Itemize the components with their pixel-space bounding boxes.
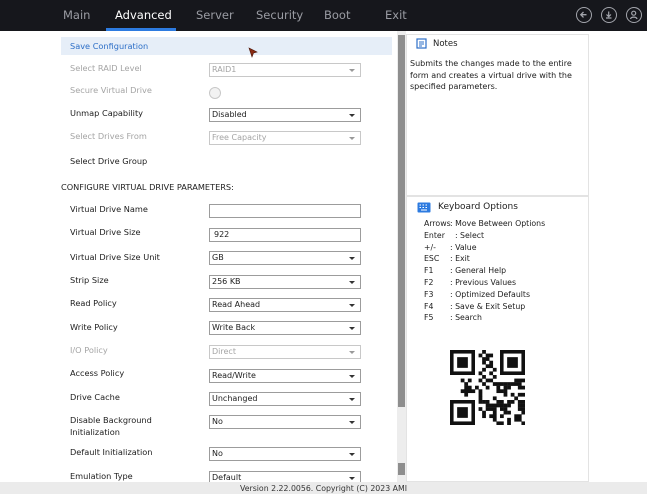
form-panel: Save Configuration Select RAID Level RAI… [57, 31, 397, 482]
chevron-down-icon [349, 114, 355, 117]
chevron-down-icon [349, 398, 355, 401]
tab-exit[interactable]: Exit [385, 8, 407, 22]
chevron-down-icon [349, 257, 355, 260]
keyboard-option: +/-: Value [424, 242, 477, 252]
tab-server[interactable]: Server [196, 8, 234, 22]
access-policy-label: Access Policy [70, 368, 125, 378]
io-policy-select: Direct [209, 345, 361, 359]
strip-size-label: Strip Size [70, 275, 109, 285]
emulation-type-label: Emulation Type [70, 471, 133, 481]
vd-name-label: Virtual Drive Name [70, 204, 148, 214]
drive-cache-label: Drive Cache [70, 392, 120, 402]
bgi-value: No [212, 417, 223, 426]
qr-code-icon [450, 350, 525, 425]
chevron-down-icon [349, 351, 355, 354]
chevron-down-icon [349, 477, 355, 480]
default-init-select[interactable]: No [209, 447, 361, 461]
read-policy-value: Read Ahead [212, 300, 261, 309]
drives-from-value: Free Capacity [212, 133, 267, 142]
drives-from-label: Select Drives From [70, 131, 147, 141]
io-policy-value: Direct [212, 347, 236, 356]
notes-text: Submits the changes made to the entire f… [410, 59, 572, 91]
section-title: CONFIGURE VIRTUAL DRIVE PARAMETERS: [61, 182, 234, 192]
vd-name-input[interactable] [209, 204, 361, 218]
tab-main[interactable]: Main [63, 8, 90, 22]
vd-size-unit-select[interactable]: GB [209, 251, 361, 265]
read-policy-label: Read Policy [70, 298, 117, 308]
top-navigation-bar: Main Advanced Server Security Boot Exit [0, 0, 647, 31]
chevron-down-icon [349, 421, 355, 424]
unmap-capability-value: Disabled [212, 110, 247, 119]
access-policy-select[interactable]: Read/Write [209, 369, 361, 383]
write-policy-value: Write Back [212, 323, 256, 332]
raid-level-select: RAID1 [209, 63, 361, 77]
save-configuration-link[interactable]: Save Configuration [70, 41, 148, 52]
keyboard-option: Enter : Select [424, 230, 485, 240]
write-policy-select[interactable]: Write Back [209, 321, 361, 335]
secure-virtual-drive-label: Secure Virtual Drive [70, 85, 152, 95]
chevron-down-icon [349, 375, 355, 378]
tab-advanced[interactable]: Advanced [115, 8, 172, 22]
back-icon[interactable] [576, 7, 592, 23]
keyboard-option: ESC: Exit [424, 254, 470, 264]
bgi-select[interactable]: No [209, 415, 361, 429]
strip-size-value: 256 KB [212, 277, 241, 286]
access-policy-value: Read/Write [212, 371, 256, 380]
keyboard-options-title: Keyboard Options [438, 202, 518, 212]
default-init-value: No [212, 449, 223, 458]
footer-version-text: Version 2.22.0056. Copyright (C) 2023 AM… [239, 484, 408, 493]
keyboard-option: Arrows: Move Between Options [424, 219, 546, 228]
mouse-cursor-icon [248, 47, 258, 58]
write-policy-label: Write Policy [70, 322, 118, 332]
vd-size-label: Virtual Drive Size [70, 227, 141, 237]
chevron-down-icon [349, 304, 355, 307]
unmap-capability-label: Unmap Capability [70, 108, 143, 118]
io-policy-label: I/O Policy [70, 345, 108, 355]
chevron-down-icon [349, 69, 355, 72]
keyboard-option: F4: Save & Exit Setup [424, 301, 526, 311]
keyboard-option: F2: Previous Values [424, 277, 517, 287]
bgi-label-line2: Initialization [70, 427, 120, 437]
vd-size-unit-label: Virtual Drive Size Unit [70, 252, 160, 262]
scrollbar-thumb[interactable] [398, 35, 405, 407]
drive-cache-value: Unchanged [212, 394, 258, 403]
save-icon[interactable] [601, 7, 617, 23]
read-policy-select[interactable]: Read Ahead [209, 298, 361, 312]
emulation-type-select[interactable]: Default [209, 471, 361, 482]
notes-title: Notes [433, 39, 458, 49]
vd-size-input[interactable]: 922 [209, 228, 361, 242]
keyboard-options-list: Arrows: Move Between Options Enter : Sel… [424, 218, 545, 324]
chevron-down-icon [349, 327, 355, 330]
tab-boot[interactable]: Boot [324, 8, 350, 22]
keyboard-option: F5: Search [424, 313, 482, 323]
bgi-label-line1: Disable Background [70, 415, 152, 425]
raid-level-value: RAID1 [212, 65, 237, 74]
drive-cache-select[interactable]: Unchanged [209, 392, 361, 406]
user-icon[interactable] [626, 7, 642, 23]
scrollbar-end[interactable] [398, 463, 405, 475]
drives-from-select: Free Capacity [209, 131, 361, 145]
notes-icon [416, 38, 427, 49]
raid-level-label: Select RAID Level [70, 63, 142, 73]
unmap-capability-select[interactable]: Disabled [209, 108, 361, 122]
keyboard-option: F1: General Help [424, 266, 507, 276]
strip-size-select[interactable]: 256 KB [209, 275, 361, 289]
default-init-label: Default Initialization [70, 447, 153, 457]
secure-virtual-drive-radio [209, 87, 221, 99]
select-drive-group-link[interactable]: Select Drive Group [70, 156, 147, 167]
tab-security[interactable]: Security [256, 8, 303, 22]
keyboard-icon [417, 202, 431, 213]
chevron-down-icon [349, 453, 355, 456]
emulation-type-value: Default [212, 473, 242, 482]
chevron-down-icon [349, 281, 355, 284]
vd-size-unit-value: GB [212, 253, 224, 262]
keyboard-option: F3: Optimized Defaults [424, 289, 531, 299]
chevron-down-icon [349, 137, 355, 140]
